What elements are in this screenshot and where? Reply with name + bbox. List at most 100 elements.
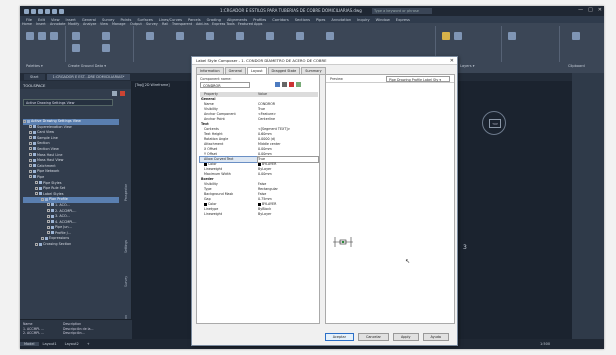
settings-icon[interactable] <box>112 90 117 96</box>
expand-icon[interactable] <box>29 169 32 173</box>
property-row[interactable]: Anchor Point Centerline <box>200 117 318 122</box>
cancel-button[interactable]: Cancelar <box>357 333 389 341</box>
points-icon[interactable] <box>72 32 80 40</box>
menu-insert[interactable]: Insert <box>66 18 76 22</box>
layer-properties-icon[interactable] <box>442 32 450 40</box>
property-row[interactable]: Maximum Width 0.00mm <box>200 172 318 177</box>
property-value[interactable]: ByLayer <box>258 212 318 217</box>
menu-general[interactable]: General <box>82 18 96 22</box>
tab-layout2[interactable]: Layout2 <box>61 342 83 346</box>
preview-style-select[interactable]: Pipe Drawing Profile Label Sty ▾ <box>386 75 450 82</box>
menu-grading[interactable]: Grading <box>207 18 221 22</box>
expand-icon[interactable] <box>47 214 50 218</box>
expand-icon[interactable] <box>29 175 32 179</box>
ribbon-label-palettes[interactable]: Palettes ▾ <box>26 64 43 68</box>
expand-icon[interactable] <box>35 181 38 185</box>
component-name-select[interactable]: CONDROR <box>200 82 250 88</box>
match-properties-icon[interactable] <box>508 32 516 40</box>
search-input[interactable]: Type a keyword or phrase <box>372 8 432 14</box>
menu-points[interactable]: Points <box>121 18 132 22</box>
property-value[interactable]: 0.00mm <box>258 172 318 177</box>
tab-start[interactable]: Start <box>24 74 45 80</box>
alignment-icon[interactable] <box>146 32 154 40</box>
pipe-network-icon[interactable] <box>236 32 244 40</box>
surfaces-icon[interactable] <box>72 44 80 52</box>
parcel-icon[interactable] <box>326 32 334 40</box>
profile-icon[interactable] <box>176 32 184 40</box>
add-layout-button[interactable]: + <box>83 342 94 346</box>
minimize-button[interactable]: — <box>578 7 583 13</box>
menu-sections[interactable]: Sections <box>295 18 310 22</box>
menu-lines-curves[interactable]: Lines/Curves <box>159 18 182 22</box>
annotation-scale[interactable]: 1:500 <box>540 342 550 346</box>
save-icon[interactable] <box>45 8 50 14</box>
tree-item[interactable]: Crossing Section <box>23 242 119 248</box>
menu-profiles[interactable]: Profiles <box>253 18 266 22</box>
menu-surfaces[interactable]: Surfaces <box>137 18 153 22</box>
expand-icon[interactable] <box>41 236 44 240</box>
undo-icon[interactable] <box>52 8 57 14</box>
ok-button[interactable]: Aceptar <box>324 333 354 341</box>
menu-corridors[interactable]: Corridors <box>272 18 288 22</box>
menu-parcels[interactable]: Parcels <box>188 18 201 22</box>
expand-icon[interactable] <box>29 158 32 162</box>
expand-icon[interactable] <box>41 197 44 201</box>
menu-inquiry[interactable]: Inquiry <box>357 18 370 22</box>
expand-icon[interactable] <box>29 164 32 168</box>
expand-icon[interactable] <box>29 141 32 145</box>
layer-state-icon[interactable] <box>454 32 462 40</box>
property-value[interactable]: Centerline <box>258 117 318 122</box>
dialog-close-icon[interactable]: ✕ <box>450 58 454 64</box>
toolspace-icon[interactable] <box>26 32 34 40</box>
expand-icon[interactable] <box>29 136 32 140</box>
apply-button[interactable]: Apply <box>392 333 419 341</box>
viewcube-face[interactable]: TOP <box>489 119 501 128</box>
app-icon[interactable] <box>24 8 29 14</box>
menu-pipes[interactable]: Pipes <box>316 18 325 22</box>
properties-icon[interactable] <box>38 32 46 40</box>
menu-view[interactable]: View <box>51 18 60 22</box>
menu-survey[interactable]: Survey <box>102 18 115 22</box>
close-button[interactable]: ✕ <box>598 7 602 13</box>
copy-component-icon[interactable] <box>282 82 287 87</box>
expand-icon[interactable] <box>47 220 50 224</box>
expand-icon[interactable] <box>29 125 32 129</box>
vertical-tab-settings[interactable]: Settings <box>124 240 128 253</box>
tab-model[interactable]: Model <box>20 342 39 346</box>
expand-icon[interactable] <box>29 147 32 151</box>
maximize-button[interactable]: □ <box>588 7 593 13</box>
viewport-label[interactable]: [Top][2D Wireframe] <box>135 83 170 87</box>
feature-line-icon[interactable] <box>102 32 110 40</box>
ribbon-label-create-ground[interactable]: Create Ground Data ▾ <box>68 64 106 68</box>
view-select[interactable]: Active Drawing Settings View <box>23 99 113 106</box>
help-button[interactable]: Ayuda <box>422 333 449 341</box>
expand-icon[interactable] <box>23 119 26 123</box>
menu-file[interactable]: File <box>26 18 32 22</box>
assembly-icon[interactable] <box>296 32 304 40</box>
tab-drawing[interactable]: 1:CRGADOR E EST...DRE DOMICILIARIAS* <box>46 74 131 80</box>
create-text-component-icon[interactable] <box>275 82 280 87</box>
tab-layout1[interactable]: Layout1 <box>39 342 61 346</box>
expand-icon[interactable] <box>35 242 38 246</box>
new-icon[interactable] <box>31 8 36 14</box>
list-item[interactable]: 2. ACCMPL ... Descripción... <box>23 331 129 336</box>
viewcube[interactable]: TOP <box>482 111 506 135</box>
open-icon[interactable] <box>38 8 43 14</box>
property-row[interactable]: Lineweight ByLayer <box>200 212 318 217</box>
vertical-tab-prospector[interactable]: Prospector <box>124 184 128 201</box>
vertical-tab-survey[interactable]: Survey <box>124 276 128 287</box>
menu-express[interactable]: Express <box>396 18 410 22</box>
menu-edit[interactable]: Edit <box>38 18 45 22</box>
close-icon[interactable] <box>120 90 125 96</box>
intersection-icon[interactable] <box>266 32 274 40</box>
redo-icon[interactable] <box>59 8 64 14</box>
delete-component-icon[interactable] <box>289 82 294 87</box>
expand-icon[interactable] <box>47 231 50 235</box>
expand-icon[interactable] <box>29 153 32 157</box>
expand-icon[interactable] <box>47 203 50 207</box>
expand-icon[interactable] <box>35 186 38 190</box>
design-center-icon[interactable] <box>50 32 58 40</box>
paste-icon[interactable] <box>572 32 580 40</box>
grading-icon[interactable] <box>102 44 110 52</box>
draw-order-icon[interactable] <box>296 82 301 87</box>
